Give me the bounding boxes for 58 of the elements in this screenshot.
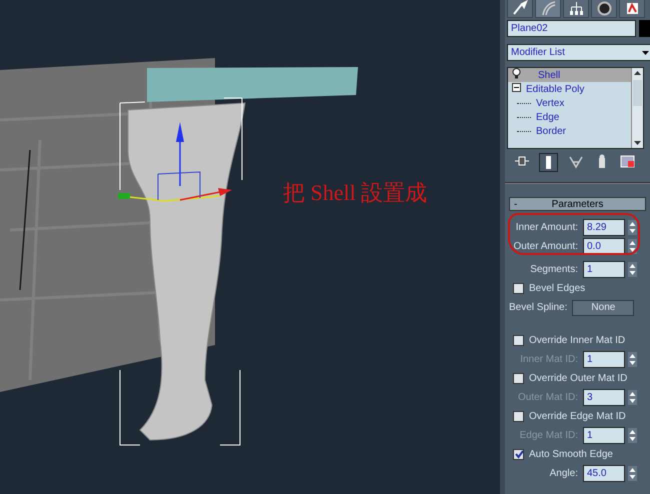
checkbox-label: Auto Smooth Edge xyxy=(529,449,613,460)
field-label: Angle: xyxy=(548,468,578,479)
panel-tab[interactable] xyxy=(507,0,533,18)
number-field[interactable]: 8.29 xyxy=(583,219,625,236)
spinner-arrows-icon[interactable] xyxy=(628,466,637,481)
checkbox-label: Override Inner Mat ID xyxy=(529,335,626,346)
checkbox[interactable] xyxy=(513,449,524,460)
scroll-up-icon[interactable] xyxy=(634,71,641,75)
spinner-arrows-icon[interactable] xyxy=(628,239,637,254)
rollout-header[interactable]: - Parameters xyxy=(509,197,646,211)
scrollbar[interactable] xyxy=(631,68,643,148)
field-label: Outer Mat ID: xyxy=(516,392,578,403)
checkbox[interactable] xyxy=(513,373,524,384)
hierarchy-tab-icon xyxy=(568,0,584,17)
number-field[interactable]: 45.0 xyxy=(583,465,625,482)
collapse-sign: - xyxy=(513,198,518,210)
create-tab-icon xyxy=(512,0,528,17)
sub-object-item[interactable]: Vertex xyxy=(536,98,564,108)
checkbox[interactable] xyxy=(513,335,524,346)
sub-object-item[interactable]: Edge xyxy=(536,112,560,122)
checkbox[interactable] xyxy=(513,411,524,422)
spinner-arrows-icon[interactable] xyxy=(628,220,637,235)
number-field[interactable]: 1 xyxy=(583,261,625,278)
show-end-result-icon[interactable] xyxy=(539,153,558,172)
panel-tab[interactable] xyxy=(591,0,617,18)
spinner-arrows-icon[interactable] xyxy=(628,428,637,443)
sub-object-item[interactable]: Border xyxy=(536,126,566,136)
object-name-field[interactable]: Plane02 xyxy=(507,20,636,37)
field-label: Bevel Spline: xyxy=(509,302,568,313)
stack-item[interactable]: Shell xyxy=(508,68,631,82)
scroll-down-icon[interactable] xyxy=(634,141,641,145)
panel-tab[interactable] xyxy=(535,0,561,18)
checkbox-label: Bevel Edges xyxy=(529,283,586,294)
field-label: Edge Mat ID: xyxy=(518,430,578,441)
panel-tab[interactable] xyxy=(619,0,645,18)
stack-item-label: Editable Poly xyxy=(526,84,584,94)
stack-item-label: Shell xyxy=(538,70,560,80)
spinner-arrows-icon[interactable] xyxy=(628,390,637,405)
configure-sets-icon[interactable] xyxy=(619,153,636,170)
annotation-text: 把 Shell 設置成 xyxy=(283,179,428,207)
field-label: Inner Mat ID: xyxy=(519,354,578,365)
panel-tab[interactable] xyxy=(563,0,589,18)
rollout-title: Parameters xyxy=(550,198,604,210)
stack-item[interactable]: Editable Poly xyxy=(508,82,631,96)
field-label: Segments: xyxy=(529,264,578,275)
spinner-arrows-icon[interactable] xyxy=(628,262,637,277)
field-label: Outer Amount: xyxy=(512,241,578,252)
pick-button[interactable]: None xyxy=(572,300,634,316)
color-swatch[interactable] xyxy=(638,20,650,37)
checkbox-label: Override Outer Mat ID xyxy=(529,373,628,384)
checkbox[interactable] xyxy=(513,283,524,294)
collapse-icon[interactable] xyxy=(512,83,521,95)
spinner-arrows-icon[interactable] xyxy=(628,352,637,367)
modify-tab-icon xyxy=(540,0,556,17)
motion-tab-icon xyxy=(596,0,612,17)
modifier-list-dropdown[interactable]: Modifier List xyxy=(507,44,650,61)
checkbox-label: Override Edge Mat ID xyxy=(529,411,626,422)
field-label: Inner Amount: xyxy=(514,222,578,233)
